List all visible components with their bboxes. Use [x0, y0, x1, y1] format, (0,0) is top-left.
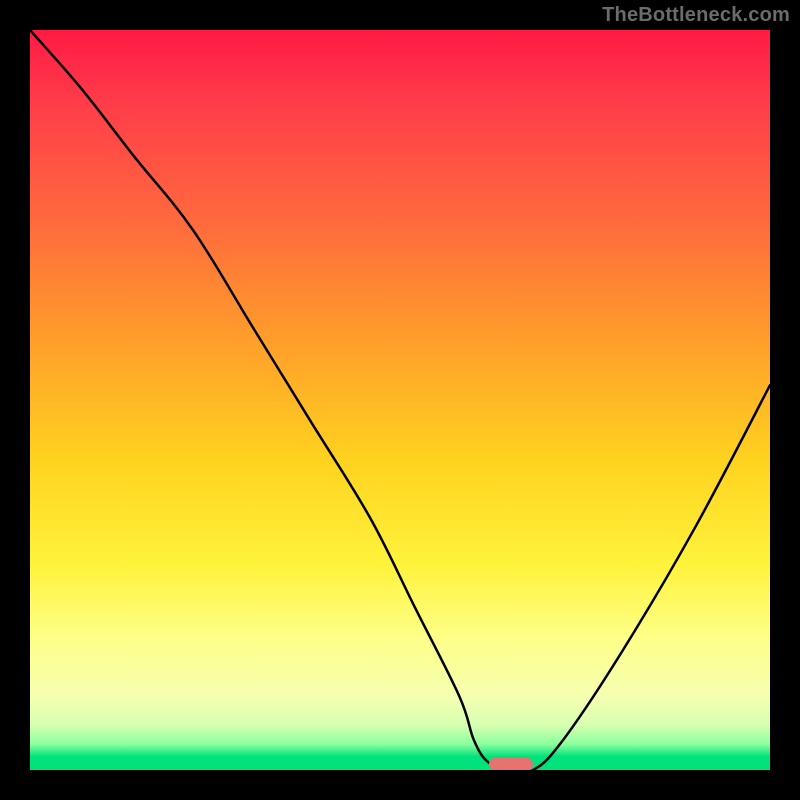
attribution-text: TheBottleneck.com	[602, 4, 790, 27]
optimal-marker	[489, 758, 533, 770]
plot-area	[30, 30, 770, 770]
bottleneck-curve	[30, 30, 770, 770]
chart-frame: TheBottleneck.com	[0, 0, 800, 800]
